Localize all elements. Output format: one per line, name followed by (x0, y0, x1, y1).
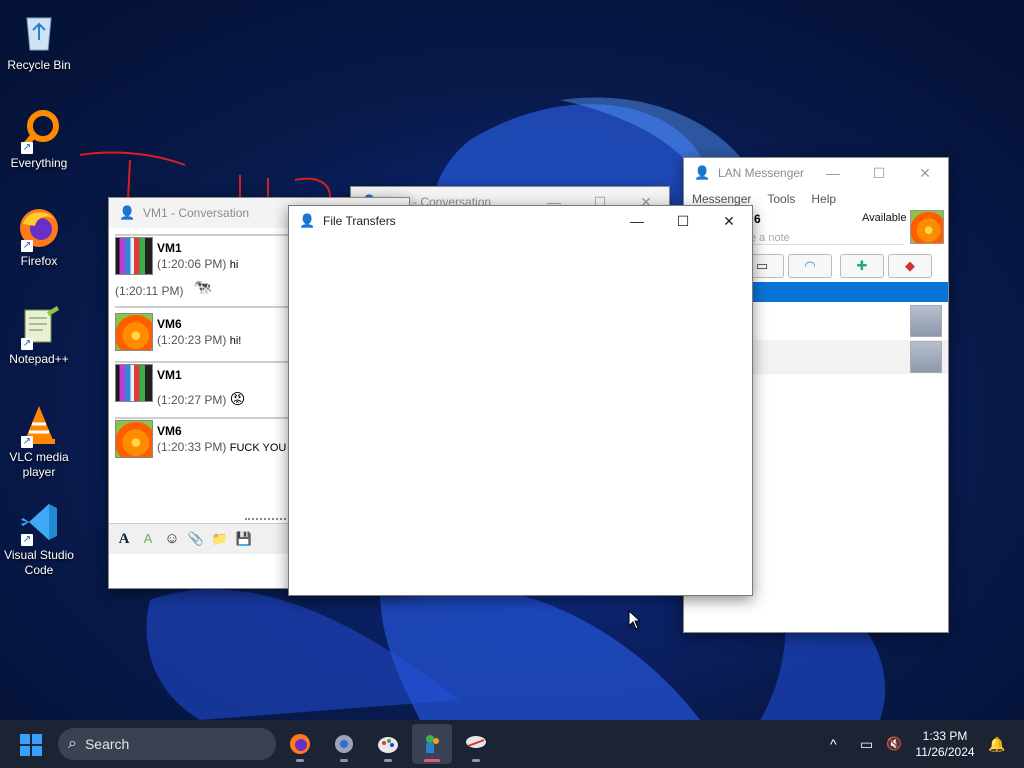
firefox-icon: ↗ (17, 206, 61, 252)
firefox-icon (290, 734, 310, 754)
desktop-icon-label: Everything (10, 156, 68, 170)
taskbar-firefox[interactable] (280, 724, 320, 764)
desktop-icon-label: Firefox (20, 254, 58, 268)
avatar (115, 313, 153, 351)
window-title: LAN Messenger (718, 166, 805, 180)
settings-gear-icon (335, 735, 353, 753)
desktop-icon-label: VLC media player (9, 450, 69, 479)
mouse-cursor-icon (628, 610, 642, 630)
message-sender: VM1 (157, 241, 182, 255)
shortcut-arrow-icon: ↗ (21, 436, 33, 448)
desktop-icon-notepad-plus-plus[interactable]: ↗ Notepad++ (2, 304, 76, 367)
shortcut-arrow-icon: ↗ (21, 142, 33, 154)
note-input[interactable]: e a note (750, 232, 904, 245)
maximize-button[interactable]: ☐ (660, 206, 706, 236)
taskbar-lan-messenger[interactable] (412, 724, 452, 764)
angry-emoticon-icon: 😡 (229, 391, 246, 408)
message-text: hi (229, 259, 239, 271)
avatar (115, 420, 153, 458)
contact-avatar-icon (910, 341, 942, 373)
everything-search-icon: ↗ (17, 108, 61, 154)
save-icon[interactable]: 💾 (235, 530, 253, 548)
desktop-icon-recycle-bin[interactable]: Recycle Bin (2, 10, 76, 73)
recycle-bin-icon (17, 10, 61, 54)
desktop-icon-everything[interactable]: ↗ Everything (2, 108, 76, 171)
desktop-icon-label: Visual Studio Code (4, 548, 74, 577)
clock-date: 11/26/2024 (915, 745, 975, 759)
lan-messenger-app-icon: 👤 (694, 165, 711, 180)
cow-emoticon-icon: 🐄 (193, 279, 212, 296)
taskbar-clock[interactable]: 1:33 PM 11/26/2024 (912, 728, 978, 760)
message-text: FUCK YOU (229, 442, 287, 454)
notification-bell-icon[interactable]: 🔔 (988, 720, 1005, 768)
status-dropdown[interactable]: Available (862, 212, 906, 224)
paint-palette-icon (378, 737, 398, 753)
minimize-button[interactable]: — (614, 206, 660, 236)
lan-messenger-app-icon: 👤 (119, 205, 136, 220)
window-title: File Transfers (323, 214, 396, 228)
avatar[interactable] (910, 210, 944, 244)
taskbar-paint[interactable] (368, 724, 408, 764)
desktop-icon-label: Notepad++ (9, 352, 69, 366)
search-icon: ⌕ (68, 735, 77, 752)
taskbar: ⌕ Search ^ ▭ 🔇 1:33 PM 11/26/2024 🔔 (0, 720, 1024, 768)
user-name: 6 (754, 212, 761, 226)
font-color-icon[interactable]: A (139, 530, 157, 548)
file-transfer-list[interactable] (289, 236, 752, 595)
avatar (115, 237, 153, 275)
menu-tools[interactable]: Tools (767, 192, 795, 206)
message-time: (1:20:23 PM) hi! (157, 333, 242, 347)
volume-muted-icon[interactable]: 🔇 (886, 720, 902, 768)
message-sender: VM6 (157, 424, 182, 438)
vscode-icon: ↗ (17, 500, 61, 546)
show-hidden-icons-chevron-icon[interactable]: ^ (830, 720, 837, 768)
vlc-icon: ↗ (17, 402, 61, 448)
send-folder-icon[interactable]: 📁 (211, 530, 229, 548)
message-time: (1:20:06 PM) hi (157, 257, 239, 271)
notepad-plus-plus-icon: ↗ (17, 304, 61, 350)
search-label: Search (84, 736, 130, 752)
message-time: (1:20:33 PM) FUCK YOU (157, 440, 287, 454)
lan-messenger-app-icon: 👤 (299, 213, 316, 228)
clock-time: 1:33 PM (922, 729, 968, 743)
file-transfers-titlebar[interactable]: 👤 File Transfers — ☐ ✕ (289, 206, 752, 236)
close-button[interactable]: ✕ (706, 206, 752, 236)
shortcut-arrow-icon: ↗ (21, 338, 33, 350)
message-sender: VM6 (157, 317, 182, 331)
contact-avatar-icon (910, 305, 942, 337)
avatar (115, 364, 153, 402)
start-button[interactable] (20, 734, 42, 756)
taskbar-search-box[interactable]: ⌕ Search (58, 728, 276, 760)
emoticon-icon[interactable]: ☺ (163, 530, 181, 548)
menu-messenger[interactable]: Messenger (692, 192, 751, 206)
desktop-icon-label: Recycle Bin (7, 58, 71, 72)
lan-messenger-icon (426, 735, 439, 753)
group-button[interactable]: ◆ (888, 254, 932, 278)
desktop-icon-firefox[interactable]: ↗ Firefox (2, 206, 76, 269)
network-icon[interactable]: ▭ (860, 720, 873, 768)
network-app-icon (466, 736, 486, 748)
shortcut-arrow-icon: ↗ (21, 240, 33, 252)
file-transfers-window[interactable]: 👤 File Transfers — ☐ ✕ (288, 205, 753, 596)
taskbar-network-app[interactable] (456, 724, 496, 764)
close-button[interactable]: ✕ (902, 158, 948, 188)
desktop-icon-vlc[interactable]: ↗ VLC media player (2, 402, 76, 480)
taskbar-settings[interactable] (324, 724, 364, 764)
shortcut-arrow-icon: ↗ (21, 534, 33, 546)
add-contact-button[interactable]: ✚ (840, 254, 884, 278)
desktop: Recycle Bin ↗ Everything ↗ Firefox ↗ Not… (0, 0, 1024, 720)
message-time: (1:20:27 PM) 😡 (157, 391, 246, 408)
desktop-icon-vscode[interactable]: ↗ Visual Studio Code (2, 500, 76, 578)
broadcast-button[interactable]: ◠ (788, 254, 832, 278)
message-sender: VM1 (157, 368, 182, 382)
maximize-button[interactable]: ☐ (856, 158, 902, 188)
menu-help[interactable]: Help (811, 192, 836, 206)
minimize-button[interactable]: — (810, 158, 856, 188)
message-time: (1:20:11 PM) (115, 284, 184, 298)
message-text: hi! (229, 335, 242, 347)
send-file-icon[interactable]: 📎 (187, 530, 205, 548)
font-icon[interactable]: A (115, 530, 133, 548)
lan-messenger-titlebar[interactable]: 👤 LAN Messenger — ☐ ✕ (684, 158, 948, 188)
